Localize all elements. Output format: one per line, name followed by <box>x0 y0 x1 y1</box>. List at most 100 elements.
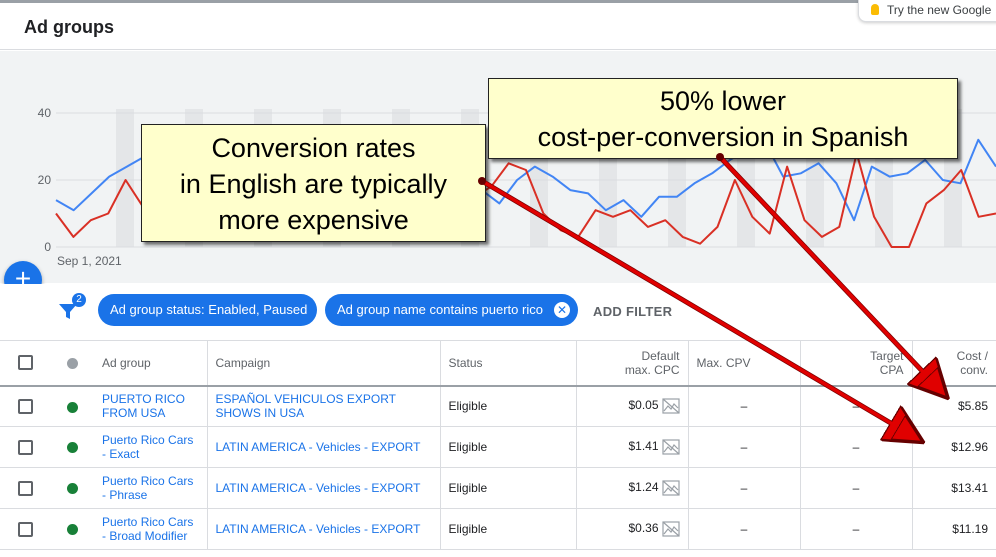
header-line: conv. <box>960 362 988 377</box>
header-line: CPA <box>879 362 904 377</box>
target-cpa-cell: – <box>799 467 912 509</box>
no-chart-icon[interactable] <box>661 480 680 496</box>
max-cpc-cell[interactable]: $0.05 <box>575 385 688 427</box>
x-start-label: Sep 1, 2021 <box>57 254 122 268</box>
row-checkbox-cell <box>0 385 50 427</box>
filter-chip-name[interactable]: Ad group name contains puerto rico ✕ <box>325 294 578 326</box>
row-checkbox[interactable] <box>17 480 33 496</box>
max-cpv-cell: – <box>687 385 800 427</box>
enabled-status-icon[interactable] <box>66 401 78 413</box>
max-cpc-cell[interactable]: $1.41 <box>575 426 688 468</box>
row-checkbox[interactable] <box>17 439 33 455</box>
y-tick-label: 20 <box>38 173 52 187</box>
callout-line: Conversion rates <box>211 133 416 163</box>
select-all-cell <box>0 340 50 387</box>
callout-line: in English are typically <box>179 169 448 199</box>
cost-per-conv-cell: $5.85 <box>911 385 996 427</box>
max-cpv-cell: – <box>687 426 800 468</box>
status-dot-header <box>50 340 94 387</box>
callout-english: Conversion rates in English are typicall… <box>141 124 486 242</box>
row-checkbox-cell <box>0 426 50 468</box>
callout-line: more expensive <box>218 205 409 235</box>
campaign-link[interactable]: LATIN AMERICA - Vehicles - EXPORT <box>206 467 440 509</box>
table-row: PUERTO RICO FROM USA ESPAÑOL VEHICULOS EX… <box>0 385 996 427</box>
row-status-cell <box>50 508 94 550</box>
target-cpa-cell: – <box>799 385 912 427</box>
page-title: Ad groups <box>24 17 114 37</box>
column-header-target-cpa[interactable]: Target CPA <box>799 340 912 387</box>
column-header-default-max-cpc[interactable]: Default max. CPC <box>575 340 688 387</box>
campaign-link[interactable]: LATIN AMERICA - Vehicles - EXPORT <box>206 426 440 468</box>
max-cpv-cell: – <box>687 508 800 550</box>
callout-line: 50% lower <box>659 86 787 116</box>
enabled-status-icon[interactable] <box>66 524 78 536</box>
row-status-cell <box>50 426 94 468</box>
ad-groups-table: Ad group Campaign Status Default max. CPC… <box>0 340 996 550</box>
max-cpc-cell[interactable]: $1.24 <box>575 467 688 509</box>
callout-spanish: 50% lower cost-per-conversion in Spanish <box>488 78 958 159</box>
max-cpc-value: $0.36 <box>628 521 659 536</box>
select-all-checkbox[interactable] <box>17 355 33 371</box>
table-header-row: Ad group Campaign Status Default max. CPC… <box>0 340 996 387</box>
max-cpc-value: $1.41 <box>628 439 659 454</box>
campaign-link[interactable]: LATIN AMERICA - Vehicles - EXPORT <box>206 508 440 550</box>
table-row: Puerto Rico Cars - Phrase LATIN AMERICA -… <box>0 467 996 509</box>
column-header-status[interactable]: Status <box>439 340 576 387</box>
lightbulb-icon <box>871 4 879 15</box>
no-chart-icon[interactable] <box>661 521 680 537</box>
campaign-link[interactable]: ESPAÑOL VEHICULOS EXPORT SHOWS IN USA <box>206 385 440 427</box>
weekend-band <box>116 109 134 247</box>
cost-per-conv-cell: $11.19 <box>911 508 996 550</box>
filter-chip-status[interactable]: Ad group status: Enabled, Paused <box>98 294 317 326</box>
status-cell: Eligible <box>439 467 576 509</box>
column-header-ad-group[interactable]: Ad group <box>94 340 207 387</box>
ad-group-link[interactable]: Puerto Rico Cars - Broad Modifier <box>94 508 207 550</box>
y-tick-label: 40 <box>38 106 52 120</box>
cost-per-conv-cell: $13.41 <box>911 467 996 509</box>
callout-line: cost-per-conversion in Spanish <box>537 122 909 152</box>
row-checkbox[interactable] <box>17 398 33 414</box>
row-status-cell <box>50 385 94 427</box>
ad-group-link[interactable]: Puerto Rico Cars - Phrase <box>94 467 207 509</box>
header-line: Cost / <box>956 348 988 363</box>
target-cpa-cell: – <box>799 508 912 550</box>
header-line: Default <box>641 348 680 363</box>
filter-bar: 2 Ad group status: Enabled, Paused Ad gr… <box>0 284 996 340</box>
filter-count-badge: 2 <box>72 293 86 307</box>
status-cell: Eligible <box>439 426 576 468</box>
column-header-campaign[interactable]: Campaign <box>206 340 440 387</box>
row-checkbox-cell <box>0 467 50 509</box>
max-cpc-value: $1.24 <box>628 480 659 495</box>
status-cell: Eligible <box>439 508 576 550</box>
add-filter-button[interactable]: ADD FILTER <box>593 304 672 319</box>
no-chart-icon[interactable] <box>661 398 680 414</box>
column-header-max-cpv[interactable]: Max. CPV <box>687 340 800 387</box>
try-new-google-promo[interactable]: Try the new Google <box>858 0 996 22</box>
ad-group-link[interactable]: PUERTO RICO FROM USA <box>94 385 207 427</box>
table-row: Puerto Rico Cars - Exact LATIN AMERICA - … <box>0 426 996 468</box>
column-header-cost-per-conv[interactable]: Cost / conv. <box>911 340 996 387</box>
header-line: max. CPC <box>624 362 680 377</box>
enabled-status-icon[interactable] <box>66 442 78 454</box>
remove-filter-icon[interactable]: ✕ <box>554 302 570 318</box>
table-row: Puerto Rico Cars - Broad Modifier LATIN A… <box>0 508 996 550</box>
status-cell: Eligible <box>439 385 576 427</box>
filter-chip-label: Ad group name contains puerto rico <box>337 302 543 317</box>
row-checkbox-cell <box>0 508 50 550</box>
promo-text: Try the new Google <box>887 3 992 17</box>
max-cpc-value: $0.05 <box>628 398 659 413</box>
row-status-cell <box>50 467 94 509</box>
status-dot-icon <box>66 358 78 370</box>
max-cpc-cell[interactable]: $0.36 <box>575 508 688 550</box>
filter-chip-label: Ad group status: Enabled, Paused <box>110 302 308 317</box>
max-cpv-cell: – <box>687 467 800 509</box>
y-tick-label: 0 <box>44 240 51 254</box>
header-line: Target <box>870 348 904 363</box>
enabled-status-icon[interactable] <box>66 483 78 495</box>
cost-per-conv-cell: $12.96 <box>911 426 996 468</box>
ad-group-link[interactable]: Puerto Rico Cars - Exact <box>94 426 207 468</box>
target-cpa-cell: – <box>799 426 912 468</box>
top-bar: Ad groups Try the new Google <box>0 0 996 50</box>
no-chart-icon[interactable] <box>661 439 680 455</box>
row-checkbox[interactable] <box>17 521 33 537</box>
